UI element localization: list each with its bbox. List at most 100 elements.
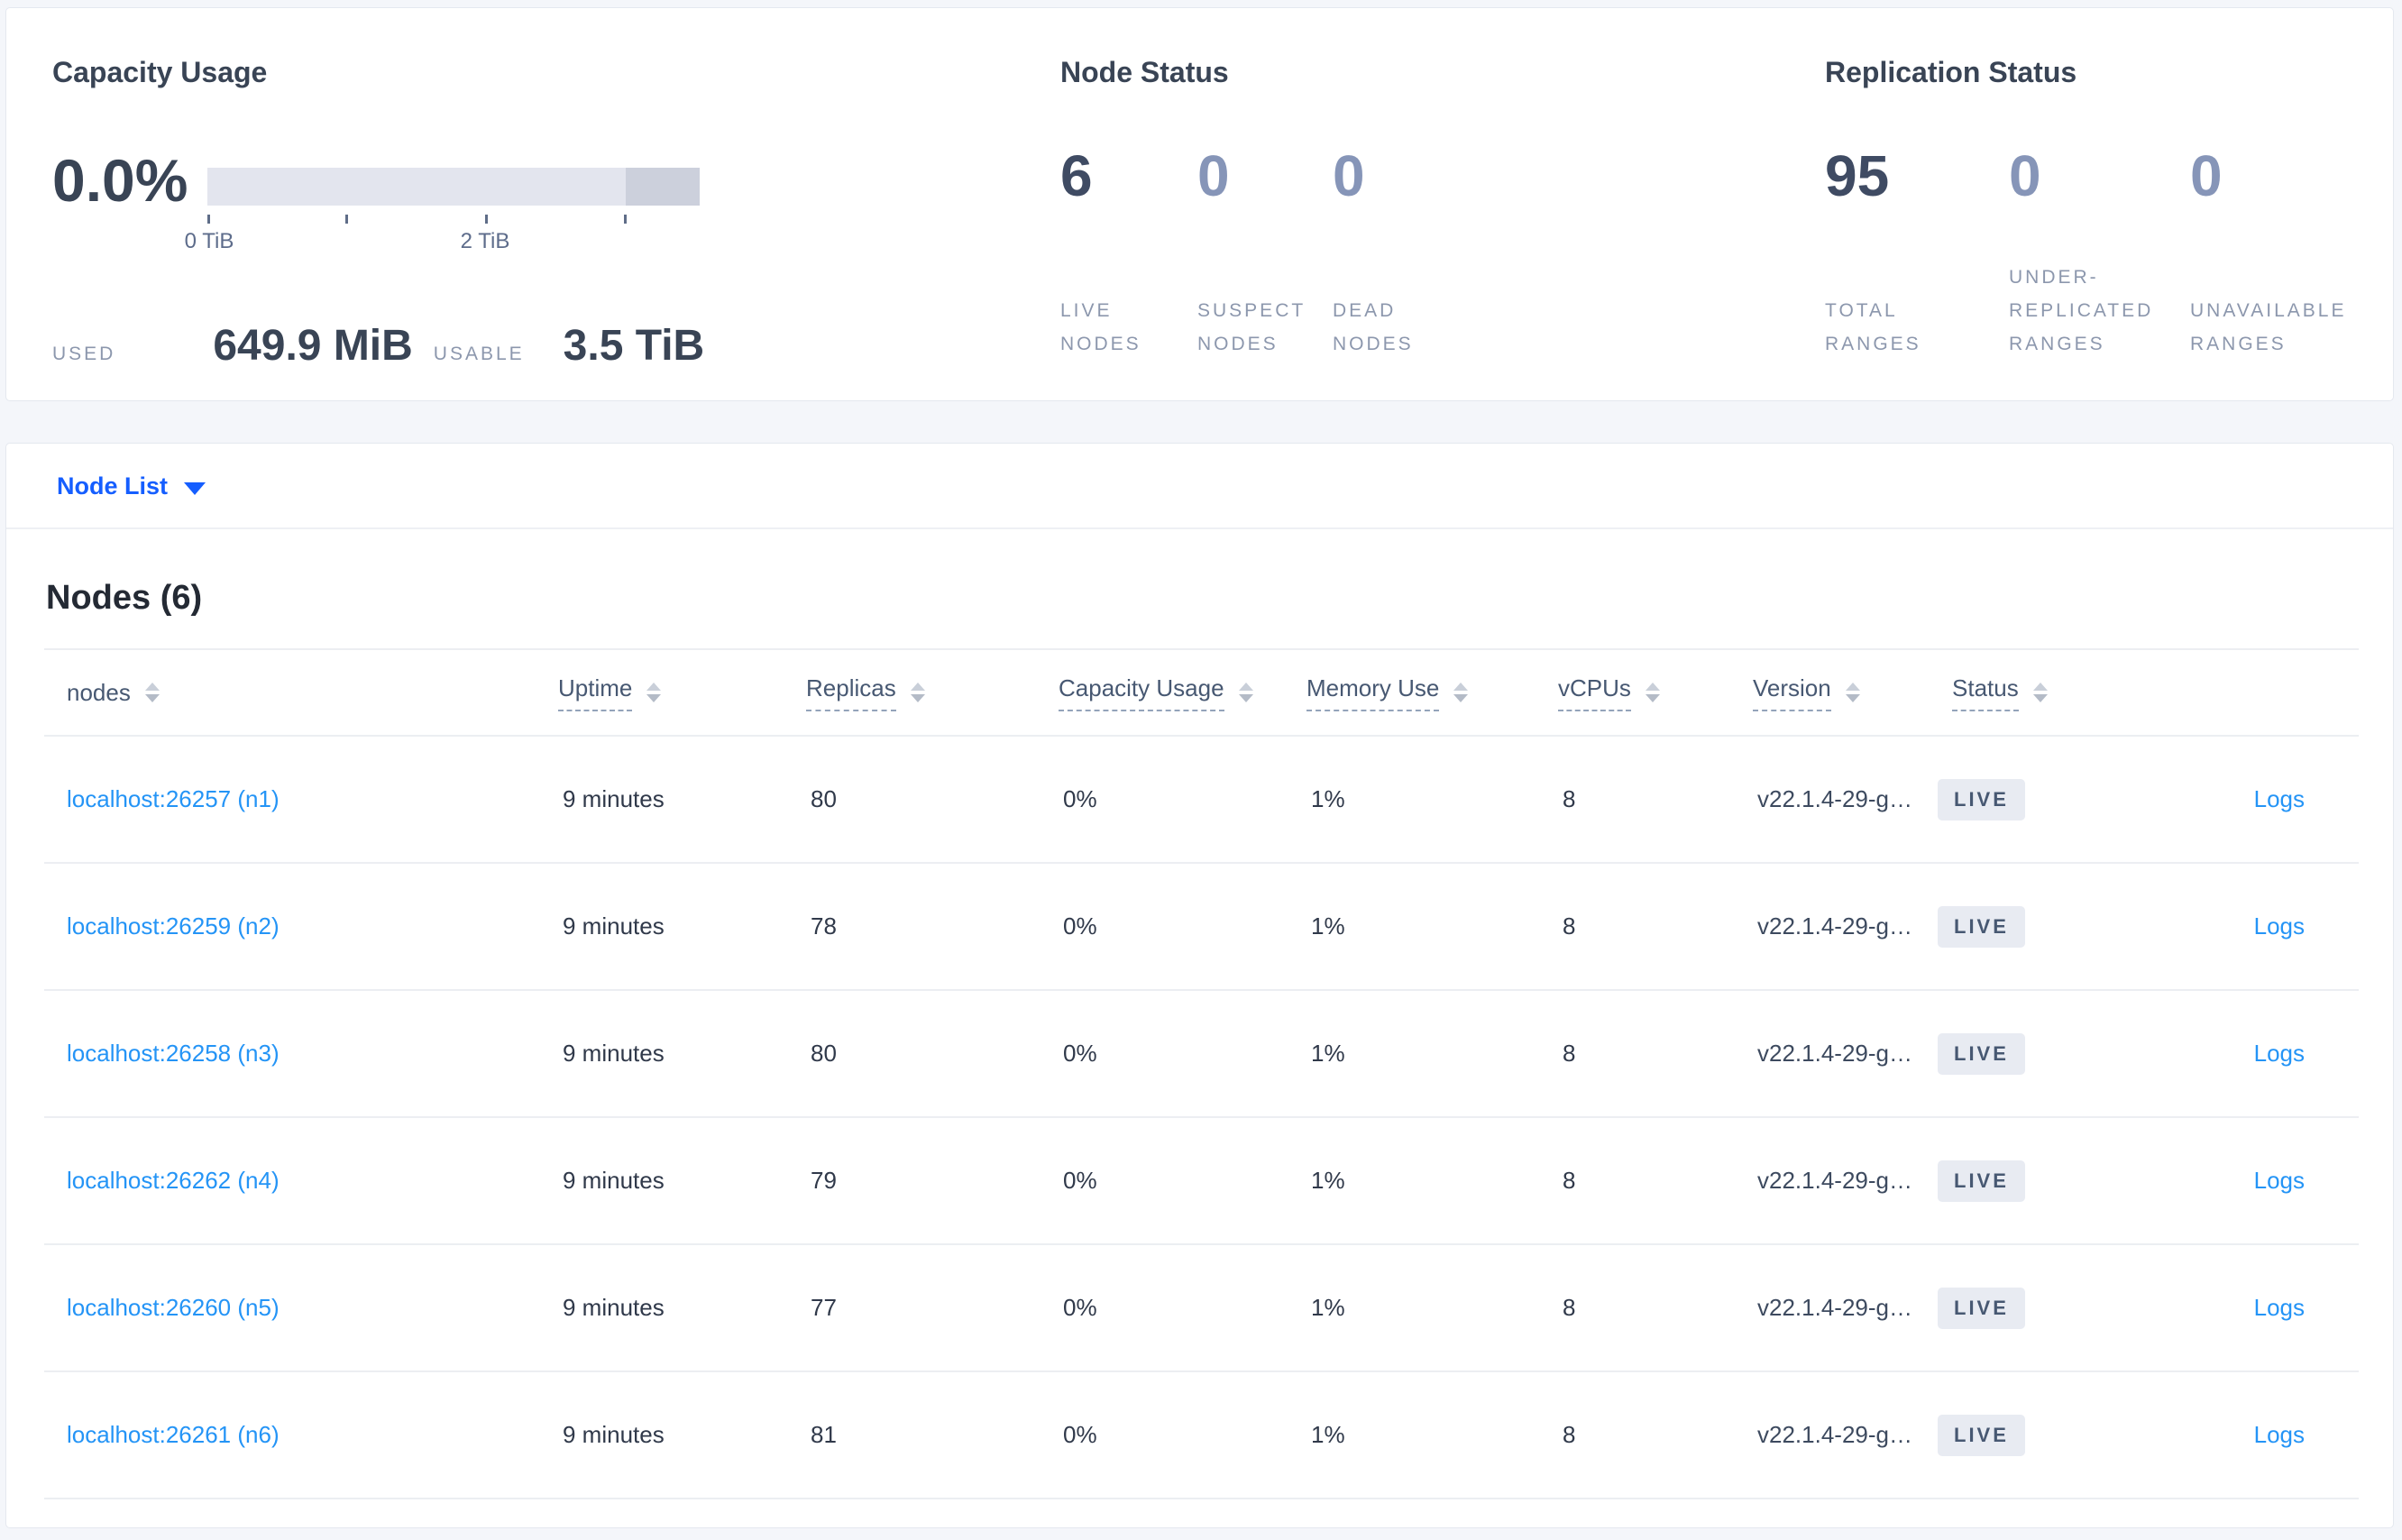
node-link[interactable]: localhost:26261 (n6) (67, 1421, 280, 1448)
capacity-usage-title: Capacity Usage (52, 56, 268, 88)
table-header-row: nodes Uptime Replicas Capacity Usage Mem… (44, 650, 2359, 737)
column-header-vcpus[interactable]: vCPUs (1558, 674, 1753, 711)
column-header-status[interactable]: Status (1938, 674, 2118, 711)
capacity-cell: 0% (1063, 1294, 1097, 1321)
memory-cell: 1% (1311, 1421, 1345, 1448)
uptime-cell: 9 minutes (563, 1421, 665, 1448)
vcpus-cell: 8 (1563, 785, 1576, 812)
uptime-cell: 9 minutes (563, 1294, 665, 1321)
vcpus-cell: 8 (1563, 1167, 1576, 1194)
vcpus-cell: 8 (1563, 1421, 1576, 1448)
used-value: 649.9 MiB (213, 322, 413, 370)
chevron-down-icon (184, 481, 206, 495)
nodes-table: nodes Uptime Replicas Capacity Usage Mem… (44, 648, 2359, 1499)
replicas-cell: 80 (811, 1040, 837, 1067)
table-row: localhost:26260 (n5) 9 minutes 77 0% 1% … (44, 1245, 2359, 1372)
node-list-dropdown[interactable]: Node List (57, 444, 206, 529)
column-header-memory-use[interactable]: Memory Use (1306, 674, 1558, 711)
version-cell: v22.1.4-29-g… (1757, 1167, 1912, 1194)
capacity-cell: 0% (1063, 1421, 1097, 1448)
sort-icon (144, 683, 160, 702)
live-nodes-stat: 6 LIVE NODES (1060, 145, 1197, 361)
total-ranges-label: TOTAL RANGES (1825, 300, 1921, 354)
memory-cell: 1% (1311, 912, 1345, 940)
gauge-tick (345, 215, 348, 224)
node-status-section: Node Status 6 LIVE NODES 0 SUSPECT NODES… (1060, 8, 1746, 400)
replicas-cell: 80 (811, 785, 837, 812)
uptime-cell: 9 minutes (563, 1167, 665, 1194)
capacity-cell: 0% (1063, 785, 1097, 812)
uptime-cell: 9 minutes (563, 785, 665, 812)
cluster-summary-panel: Capacity Usage 0.0% 0 TiB 2 TiB USED 649… (5, 7, 2394, 401)
dead-nodes-stat: 0 DEAD NODES (1333, 145, 1468, 361)
vcpus-cell: 8 (1563, 912, 1576, 940)
logs-link[interactable]: Logs (2254, 912, 2305, 940)
total-ranges-stat: 95 TOTAL RANGES (1825, 145, 2009, 361)
under-replicated-ranges-value: 0 (2009, 143, 2041, 208)
node-link[interactable]: localhost:26258 (n3) (67, 1040, 280, 1067)
sort-icon (1238, 683, 1253, 702)
memory-cell: 1% (1311, 1167, 1345, 1194)
table-row: localhost:26261 (n6) 9 minutes 81 0% 1% … (44, 1372, 2359, 1499)
under-replicated-ranges-stat: 0 UNDER- REPLICATED RANGES (2009, 145, 2190, 361)
uptime-cell: 9 minutes (563, 1040, 665, 1067)
memory-cell: 1% (1311, 1040, 1345, 1067)
replication-status-title: Replication Status (1825, 56, 2077, 88)
capacity-gauge-chart: 0 TiB 2 TiB (185, 160, 700, 260)
gauge-tick (485, 215, 488, 224)
column-header-uptime[interactable]: Uptime (558, 674, 806, 711)
version-cell: v22.1.4-29-g… (1757, 1040, 1912, 1067)
live-nodes-value: 6 (1060, 143, 1093, 208)
uptime-cell: 9 minutes (563, 912, 665, 940)
logs-link[interactable]: Logs (2254, 1040, 2305, 1067)
gauge-tick (624, 215, 627, 224)
node-status-stats: 6 LIVE NODES 0 SUSPECT NODES 0 DEAD NODE… (1060, 145, 1468, 361)
gauge-tick (207, 215, 210, 224)
sort-icon (1845, 683, 1860, 702)
gauge-tick-label-2tib: 2 TiB (460, 229, 510, 253)
memory-cell: 1% (1311, 785, 1345, 812)
table-row: localhost:26258 (n3) 9 minutes 80 0% 1% … (44, 991, 2359, 1118)
status-badge: LIVE (1938, 1160, 2025, 1202)
node-link[interactable]: localhost:26257 (n1) (67, 785, 280, 812)
used-label: USED (52, 344, 116, 364)
node-list-panel: Node List Nodes (6) nodes Uptime Replica… (5, 443, 2394, 1528)
suspect-nodes-stat: 0 SUSPECT NODES (1197, 145, 1333, 361)
suspect-nodes-label: SUSPECT NODES (1197, 300, 1306, 354)
column-header-capacity-usage[interactable]: Capacity Usage (1059, 674, 1306, 711)
gauge-tick-label-0tib: 0 TiB (184, 229, 234, 253)
logs-link[interactable]: Logs (2254, 1421, 2305, 1448)
node-link[interactable]: localhost:26262 (n4) (67, 1167, 280, 1194)
under-replicated-ranges-label: UNDER- REPLICATED RANGES (2009, 267, 2154, 354)
version-cell: v22.1.4-29-g… (1757, 1294, 1912, 1321)
sort-icon (1645, 683, 1660, 702)
table-row: localhost:26262 (n4) 9 minutes 79 0% 1% … (44, 1118, 2359, 1245)
sort-icon (646, 683, 662, 702)
status-badge: LIVE (1938, 1032, 2025, 1075)
sort-icon (2032, 683, 2048, 702)
column-header-nodes[interactable]: nodes (44, 679, 558, 707)
capacity-cell: 0% (1063, 1040, 1097, 1067)
logs-link[interactable]: Logs (2254, 1167, 2305, 1194)
version-cell: v22.1.4-29-g… (1757, 912, 1912, 940)
capacity-cell: 0% (1063, 912, 1097, 940)
nodes-table-title: Nodes (6) (46, 579, 203, 617)
usable-value: 3.5 TiB (563, 322, 705, 370)
unavailable-ranges-stat: 0 UNAVAILABLE RANGES (2190, 145, 2370, 361)
table-row: localhost:26257 (n1) 9 minutes 80 0% 1% … (44, 737, 2359, 864)
replicas-cell: 78 (811, 912, 837, 940)
node-link[interactable]: localhost:26260 (n5) (67, 1294, 280, 1321)
replicas-cell: 81 (811, 1421, 837, 1448)
replicas-cell: 77 (811, 1294, 837, 1321)
column-header-version[interactable]: Version (1753, 674, 1938, 711)
capacity-percent-value: 0.0% (52, 147, 188, 214)
node-link[interactable]: localhost:26259 (n2) (67, 912, 280, 940)
logs-link[interactable]: Logs (2254, 1294, 2305, 1321)
live-nodes-label: LIVE NODES (1060, 300, 1141, 354)
column-header-replicas[interactable]: Replicas (806, 674, 1059, 711)
replication-status-stats: 95 TOTAL RANGES 0 UNDER- REPLICATED RANG… (1825, 145, 2370, 361)
node-list-dropdown-label: Node List (57, 472, 169, 500)
unavailable-ranges-label: UNAVAILABLE RANGES (2190, 300, 2347, 354)
vcpus-cell: 8 (1563, 1294, 1576, 1321)
logs-link[interactable]: Logs (2254, 785, 2305, 812)
